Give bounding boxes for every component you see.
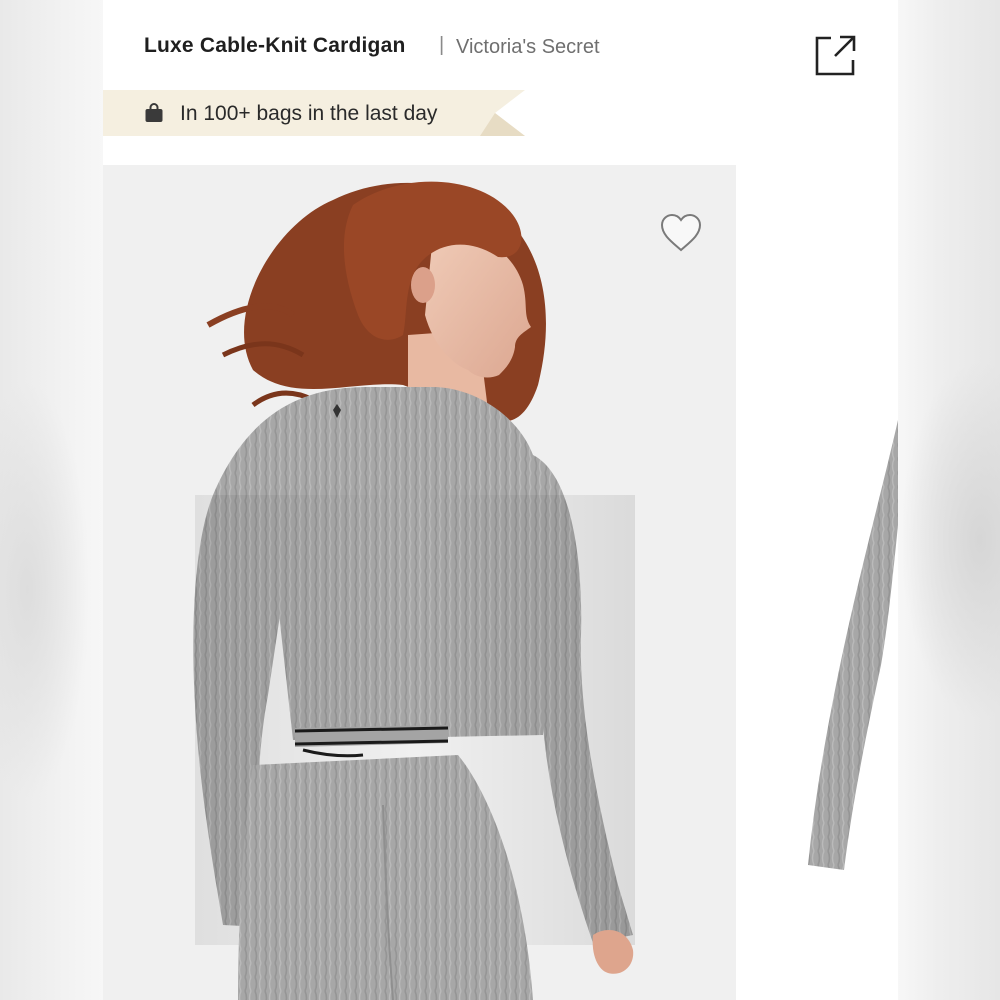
- product-image-gallery[interactable]: [103, 165, 898, 1000]
- brand-name[interactable]: Victoria's Secret: [456, 36, 600, 59]
- share-icon: [815, 35, 856, 76]
- right-blur-margin: [898, 0, 1000, 1000]
- heart-outline-icon: [660, 213, 702, 252]
- title-separator: |: [439, 34, 445, 56]
- product-screen: Luxe Cable-Knit Cardigan | Victoria's Se…: [103, 0, 898, 1000]
- share-button[interactable]: [813, 32, 859, 78]
- product-photo-main[interactable]: [103, 165, 736, 1000]
- popularity-banner: In 100+ bags in the last day: [103, 90, 525, 136]
- product-photo-next[interactable]: [736, 165, 898, 1000]
- favorite-button[interactable]: [658, 211, 704, 255]
- product-header: Luxe Cable-Knit Cardigan | Victoria's Se…: [103, 0, 898, 90]
- product-title: Luxe Cable-Knit Cardigan: [144, 34, 406, 57]
- popularity-text: In 100+ bags in the last day: [180, 102, 438, 125]
- left-blur-margin: [0, 0, 103, 1000]
- shopping-bag-icon: [145, 103, 163, 122]
